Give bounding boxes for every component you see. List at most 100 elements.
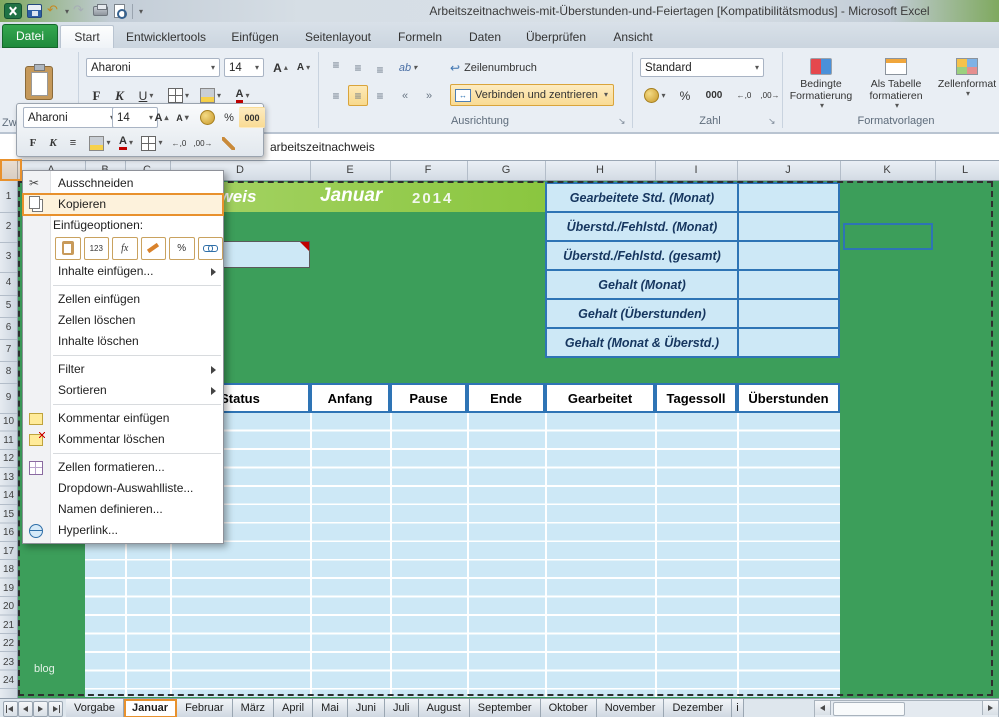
tab-entwicklertools[interactable]: Entwicklertools [118, 25, 214, 48]
align-top-button[interactable]: ≡ [326, 58, 346, 77]
orientation-button[interactable]: ab ▾ [394, 58, 422, 77]
sheet-tab-november[interactable]: November [597, 699, 665, 717]
tab-ansicht[interactable]: Ansicht [602, 25, 664, 48]
tab-formeln[interactable]: Formeln [390, 25, 450, 48]
paste-link-icon[interactable] [198, 237, 224, 260]
row-header[interactable]: 7 [0, 344, 17, 356]
format-as-table-button[interactable]: Als Tabelle formatieren ▾ [858, 56, 934, 110]
column-header[interactable]: D [228, 164, 252, 176]
paste-icon[interactable] [55, 237, 81, 260]
column-header[interactable]: I [684, 164, 708, 176]
cell-styles-button[interactable]: Zellenformat ▾ [936, 56, 998, 98]
row-headers[interactable]: 1 2 3 4 5 6 7 8 9 10 11 12 13 14 15 16 1… [0, 181, 18, 698]
row-header[interactable]: 16 [0, 527, 17, 539]
wrap-text-button[interactable]: ↩ Zeilenumbruch [450, 57, 564, 78]
menu-item-filter[interactable]: Filter [23, 359, 223, 380]
menu-item-delete-comment[interactable]: Kommentar löschen [23, 429, 223, 450]
menu-item-insert-cells[interactable]: Zellen einfügen [23, 289, 223, 310]
mini-comma-style-button[interactable]: 000 [239, 107, 265, 128]
column-header[interactable]: J [776, 164, 800, 176]
menu-item-format-cells[interactable]: Zellen formatieren... [23, 457, 223, 478]
comma-style-button[interactable]: 000 [700, 85, 728, 106]
mini-font-color-button[interactable]: A ▾ [113, 132, 139, 154]
menu-item-paste-special[interactable]: Inhalte einfügen... [23, 261, 223, 282]
column-header[interactable]: E [338, 164, 362, 176]
tab-start[interactable]: Start [60, 25, 114, 48]
sheet-nav-prev-button[interactable] [18, 701, 33, 717]
sheet-nav-first-button[interactable] [3, 701, 18, 717]
sheet-tab-april[interactable]: April [274, 699, 313, 717]
scrollbar-thumb[interactable] [833, 702, 905, 716]
row-header[interactable]: 10 [0, 416, 17, 428]
tab-einfuegen[interactable]: Einfügen [222, 25, 288, 48]
row-header[interactable]: 3 [0, 251, 17, 263]
align-left-button[interactable]: ≡ [326, 85, 346, 106]
increase-decimal-button[interactable]: ←,0 [732, 85, 756, 106]
paste-formulas-icon[interactable]: fx [112, 237, 138, 260]
menu-item-copy[interactable]: Kopieren [23, 194, 223, 215]
mini-format-painter-button[interactable] [217, 132, 239, 154]
dialog-launcher-icon[interactable]: ↘ [618, 117, 626, 126]
mini-bold-button[interactable]: F [23, 132, 43, 154]
sheet-tab-september[interactable]: September [470, 699, 541, 717]
row-header[interactable]: 22 [0, 638, 17, 650]
row-header[interactable]: 15 [0, 509, 17, 521]
row-header[interactable]: 14 [0, 490, 17, 502]
column-header[interactable]: G [494, 164, 518, 176]
row-header[interactable]: 2 [0, 221, 17, 233]
column-header[interactable]: F [416, 164, 440, 176]
sheet-tab-oktober[interactable]: Oktober [541, 699, 597, 717]
dialog-launcher-icon[interactable]: ↘ [768, 117, 776, 126]
tab-seitenlayout[interactable]: Seitenlayout [296, 25, 380, 48]
column-header[interactable]: K [875, 164, 899, 176]
font-size-combo[interactable]: 14 ▾ [224, 58, 264, 77]
align-center-button[interactable]: ≡ [348, 85, 368, 106]
mini-increase-decimal-button[interactable]: ←,0 [167, 132, 191, 154]
scroll-right-icon[interactable] [982, 701, 998, 715]
tab-datei[interactable]: Datei [2, 24, 58, 48]
menu-item-insert-comment[interactable]: Kommentar einfügen [23, 408, 223, 429]
merge-center-button[interactable]: ↔ Verbinden und zentrieren ▾ [450, 84, 614, 106]
mini-decrease-decimal-button[interactable]: ,00→ [191, 132, 215, 154]
mini-align-center-button[interactable]: ≡ [63, 132, 83, 154]
row-header[interactable]: 9 [0, 392, 17, 404]
decrease-indent-button[interactable]: « [394, 85, 416, 106]
sheet-tab-partial[interactable]: i [732, 699, 743, 717]
sheet-tab-februar[interactable]: Februar [177, 699, 233, 717]
mini-grow-font-button[interactable]: A ▴ [151, 107, 172, 128]
row-header[interactable]: 4 [0, 277, 17, 289]
conditional-formatting-button[interactable]: Bedingte Formatierung ▾ [788, 56, 854, 110]
row-header[interactable]: 1 [0, 191, 17, 203]
menu-item-define-name[interactable]: Namen definieren... [23, 499, 223, 520]
sheet-tab-dezember[interactable]: Dezember [664, 699, 732, 717]
sheet-tab-juli[interactable]: Juli [385, 699, 419, 717]
percent-style-button[interactable]: % [674, 85, 696, 106]
mini-borders-button[interactable]: ▾ [139, 132, 165, 154]
sheet-nav-next-button[interactable] [33, 701, 48, 717]
horizontal-scrollbar[interactable] [814, 700, 999, 717]
row-header[interactable]: 5 [0, 300, 17, 312]
sheet-tab-januar[interactable]: Januar [124, 699, 177, 717]
row-header[interactable]: 24 [0, 675, 17, 687]
scroll-left-icon[interactable] [815, 701, 831, 715]
sheet-tab-maerz[interactable]: März [233, 699, 274, 717]
menu-item-cut[interactable]: ✂ Ausschneiden [23, 173, 223, 194]
sheet-tab-august[interactable]: August [419, 699, 470, 717]
sheet-tab-vorgabe[interactable]: Vorgabe [66, 699, 124, 717]
row-header[interactable]: 8 [0, 366, 17, 378]
sheet-nav-last-button[interactable] [48, 701, 63, 717]
row-header[interactable]: 17 [0, 546, 17, 558]
menu-item-delete-cells[interactable]: Zellen löschen [23, 310, 223, 331]
menu-item-sort[interactable]: Sortieren [23, 380, 223, 401]
sheet-tab-mai[interactable]: Mai [313, 699, 348, 717]
row-header[interactable]: 11 [0, 435, 17, 447]
paste-formatting-icon[interactable] [141, 237, 167, 260]
row-header[interactable]: 19 [0, 583, 17, 595]
tab-daten[interactable]: Daten [460, 25, 510, 48]
row-header[interactable]: 13 [0, 472, 17, 484]
row-header[interactable]: 18 [0, 564, 17, 576]
mini-accounting-button[interactable] [195, 107, 219, 128]
align-bottom-button[interactable]: ≡ [370, 58, 390, 77]
grow-font-button[interactable]: A ▴ [270, 58, 291, 77]
mini-font-name-combo[interactable]: Aharoni ▾ [23, 107, 119, 128]
